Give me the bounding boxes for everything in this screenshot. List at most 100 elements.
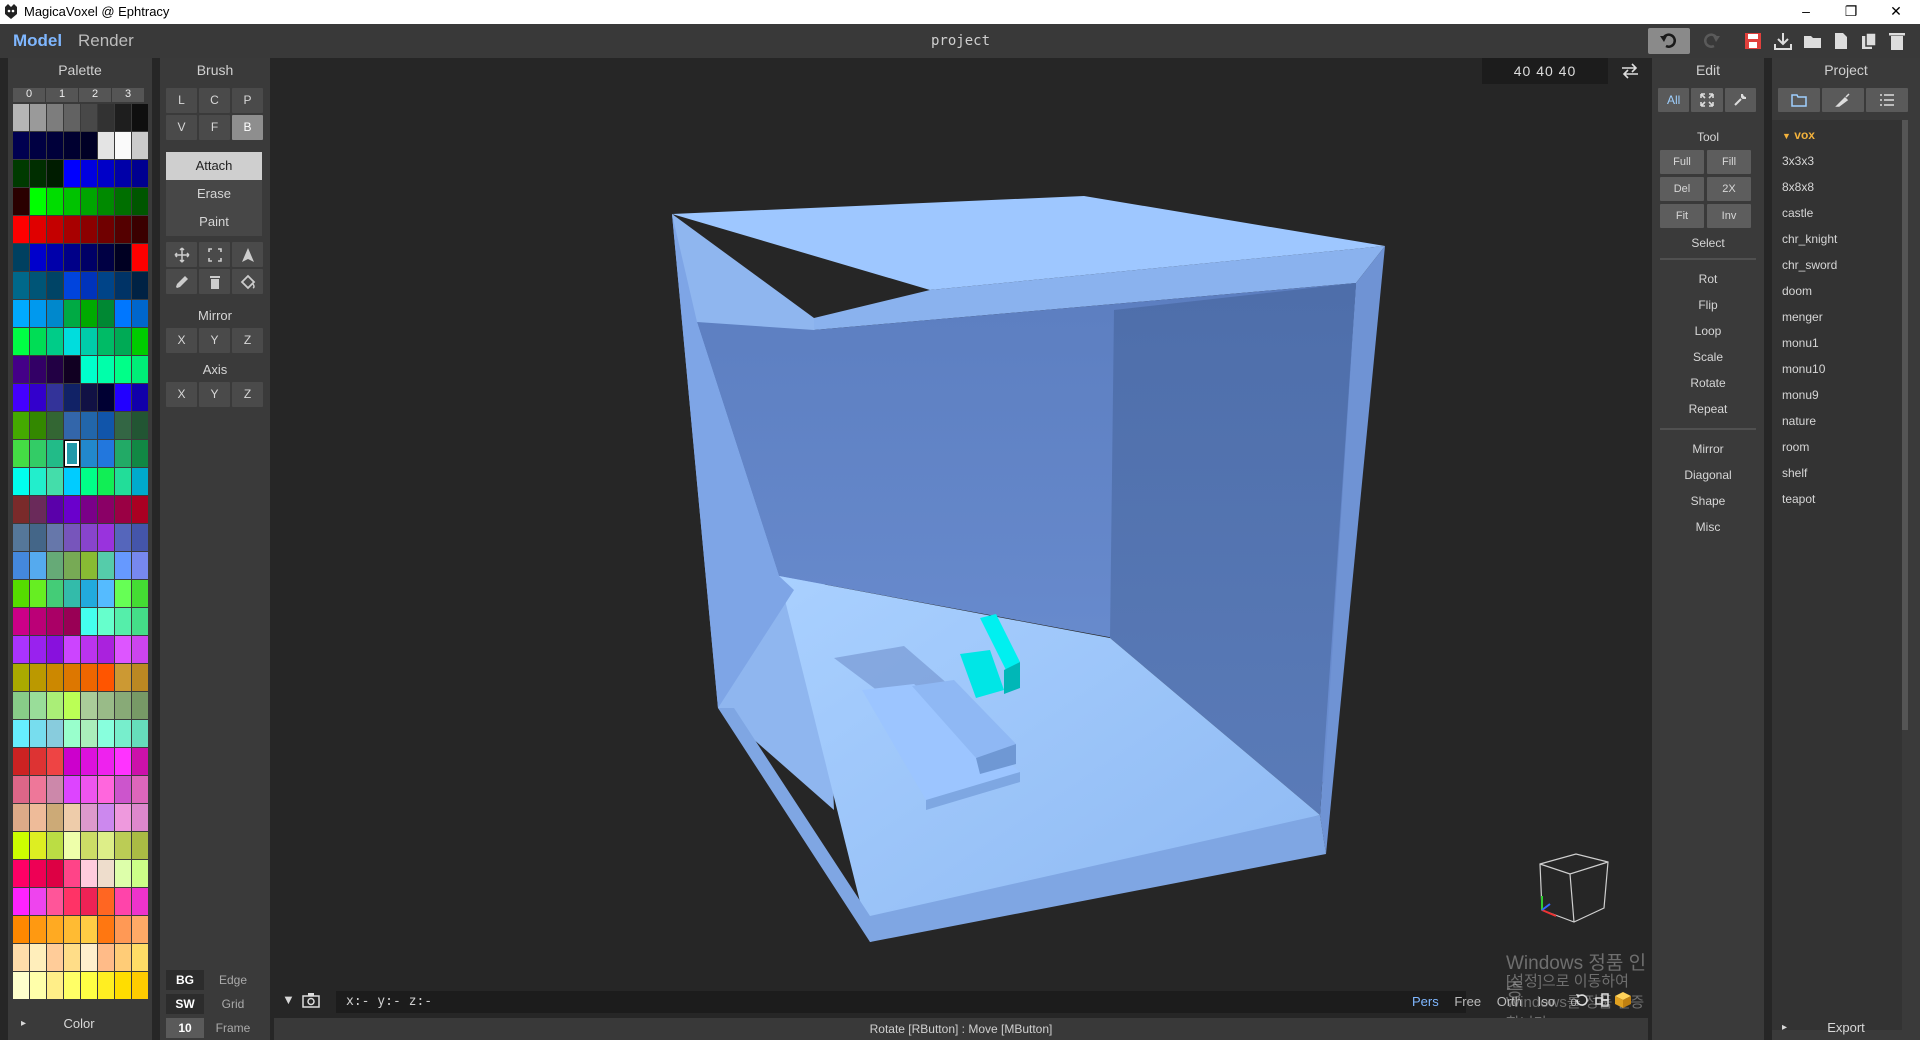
tab-render[interactable]: Render <box>78 31 134 51</box>
palette-swatch[interactable] <box>13 412 29 439</box>
palette-swatch[interactable] <box>13 776 29 803</box>
palette-swatch[interactable] <box>81 552 97 579</box>
project-file-monu1[interactable]: monu1 <box>1782 336 1819 350</box>
palette-swatch[interactable] <box>30 972 46 999</box>
copy-icon[interactable] <box>1858 30 1880 52</box>
repeat-button[interactable]: Repeat <box>1652 402 1764 416</box>
filter-all[interactable]: All <box>1658 88 1690 112</box>
project-file-chr-knight[interactable]: chr_knight <box>1782 232 1837 246</box>
palette-swatch[interactable] <box>30 132 46 159</box>
palette-swatch[interactable] <box>30 160 46 187</box>
project-file-castle[interactable]: castle <box>1782 206 1813 220</box>
palette-swatch[interactable] <box>81 440 97 467</box>
palette-swatch[interactable] <box>30 272 46 299</box>
palette-swatch[interactable] <box>115 608 131 635</box>
palette-swatch[interactable] <box>30 552 46 579</box>
palette-swatch[interactable] <box>64 188 80 215</box>
palette-swatch[interactable] <box>13 328 29 355</box>
palette-swatch[interactable] <box>81 832 97 859</box>
palette-swatch[interactable] <box>64 888 80 915</box>
palette-swatch[interactable] <box>132 160 148 187</box>
palette-swatch[interactable] <box>115 328 131 355</box>
palette-swatch[interactable] <box>98 328 114 355</box>
palette-swatch[interactable] <box>30 104 46 131</box>
palette-swatch[interactable] <box>47 972 63 999</box>
palette-swatch[interactable] <box>98 216 114 243</box>
palette-swatch[interactable] <box>64 804 80 831</box>
shape-button[interactable]: Shape <box>1652 494 1764 508</box>
palette-swatch[interactable] <box>47 468 63 495</box>
tab-model[interactable]: Model <box>13 31 62 51</box>
palette-swatch[interactable] <box>13 300 29 327</box>
palette-swatch[interactable] <box>132 188 148 215</box>
palette-swatch[interactable] <box>115 216 131 243</box>
rot-button[interactable]: Rot <box>1652 272 1764 286</box>
palette-swatch[interactable] <box>81 496 97 523</box>
palette-page-tab[interactable]: 2 <box>79 88 111 102</box>
palette-swatch[interactable] <box>13 972 29 999</box>
palette-swatch[interactable] <box>13 944 29 971</box>
palette-swatch[interactable] <box>132 440 148 467</box>
palette-swatch[interactable] <box>64 132 80 159</box>
palette-swatch[interactable] <box>98 496 114 523</box>
brush-type-p[interactable]: P <box>232 88 263 113</box>
palette-swatch[interactable] <box>47 132 63 159</box>
palette-swatch[interactable] <box>115 300 131 327</box>
palette-swatch[interactable] <box>47 832 63 859</box>
folder-vox[interactable]: ▼ vox <box>1782 128 1815 142</box>
project-file-3x3x3[interactable]: 3x3x3 <box>1782 154 1814 168</box>
palette-swatch[interactable] <box>81 692 97 719</box>
3d-viewport[interactable]: 40 40 40 Windows 정품 인증 [설정]으로 이동하여 Windo… <box>274 58 1648 1018</box>
palette-swatch[interactable] <box>47 216 63 243</box>
palette-swatch[interactable] <box>30 888 46 915</box>
project-file-monu10[interactable]: monu10 <box>1782 362 1825 376</box>
palette-swatch[interactable] <box>64 272 80 299</box>
palette-swatch[interactable] <box>132 804 148 831</box>
palette-swatch[interactable] <box>47 608 63 635</box>
palette-swatch[interactable] <box>115 636 131 663</box>
palette-swatch[interactable] <box>30 608 46 635</box>
palette-swatch[interactable] <box>30 776 46 803</box>
palette-swatch[interactable] <box>13 888 29 915</box>
palette-swatch[interactable] <box>98 944 114 971</box>
palette-swatch[interactable] <box>47 804 63 831</box>
palette-swatch[interactable] <box>47 944 63 971</box>
palette-swatch[interactable] <box>13 608 29 635</box>
palette-swatch[interactable] <box>47 748 63 775</box>
palette-swatch[interactable] <box>132 580 148 607</box>
palette-swatch[interactable] <box>115 272 131 299</box>
palette-swatch[interactable] <box>13 160 29 187</box>
palette-swatch[interactable] <box>81 188 97 215</box>
palette-swatch[interactable] <box>115 132 131 159</box>
palette-page-tab[interactable]: 1 <box>46 88 78 102</box>
palette-swatch[interactable] <box>115 244 131 271</box>
palette-swatch[interactable] <box>47 664 63 691</box>
palette-swatch[interactable] <box>47 104 63 131</box>
attach-button[interactable]: Attach <box>166 152 262 180</box>
palette-swatch[interactable] <box>98 356 114 383</box>
palette-swatch[interactable] <box>47 860 63 887</box>
palette-swatch[interactable] <box>13 580 29 607</box>
palette-swatch[interactable] <box>115 748 131 775</box>
grid-view-icon[interactable] <box>1594 992 1610 1008</box>
palette-swatch[interactable] <box>81 412 97 439</box>
palette-swatch[interactable] <box>98 860 114 887</box>
paint-button[interactable]: Paint <box>166 208 262 236</box>
project-file-nature[interactable]: nature <box>1782 414 1816 428</box>
mirror-x-button[interactable]: X <box>166 328 197 353</box>
palette-swatch[interactable] <box>47 188 63 215</box>
brush-type-c[interactable]: C <box>199 88 230 113</box>
palette-swatch[interactable] <box>81 104 97 131</box>
palette-swatch[interactable] <box>98 776 114 803</box>
expand-icon[interactable] <box>1691 88 1723 112</box>
palette-swatch[interactable] <box>64 412 80 439</box>
palette-swatch[interactable] <box>30 188 46 215</box>
sw-grid-toggle[interactable]: SW Grid <box>166 994 262 1014</box>
palette-swatch[interactable] <box>64 832 80 859</box>
palette-swatch[interactable] <box>30 356 46 383</box>
view-orth[interactable]: Orth <box>1497 994 1522 1009</box>
palette-swatch[interactable] <box>132 944 148 971</box>
palette-swatch[interactable] <box>30 692 46 719</box>
cone-icon[interactable] <box>232 242 263 267</box>
palette-swatch[interactable] <box>47 720 63 747</box>
